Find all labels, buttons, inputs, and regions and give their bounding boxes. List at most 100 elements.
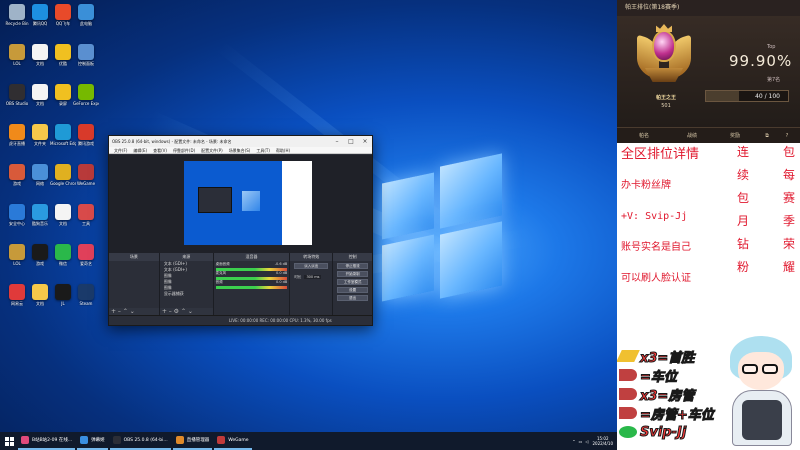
taskbar-app-label: WeGame	[228, 437, 249, 443]
anime-avatar-illustration	[724, 330, 798, 448]
vertical-char: 连	[736, 145, 749, 159]
app-icon	[32, 44, 48, 60]
app-icon	[55, 124, 71, 140]
tray-chevron-icon[interactable]: ⌃	[572, 439, 575, 444]
stop-streaming-button[interactable]: 停止推流	[337, 263, 368, 269]
menu-help[interactable]: 帮助(H)	[273, 147, 293, 153]
menu-view[interactable]: 查看(V)	[150, 147, 170, 153]
clock[interactable]: 15:02 2022/4/10	[592, 436, 613, 446]
app-icon	[78, 84, 94, 100]
app-icon	[32, 84, 48, 100]
top-place: 第7名	[767, 77, 781, 83]
desktop-icon[interactable]: WeGame	[73, 164, 99, 186]
mixer-channel[interactable]: 音频 0.0 dB	[214, 279, 290, 289]
share-icon[interactable]: ⧉	[757, 128, 777, 143]
tab-record[interactable]: 战绩	[671, 128, 713, 143]
rank-progress-label: 40 / 100	[755, 93, 780, 100]
mixer-dock-header: 混音器	[213, 253, 290, 261]
clock-date: 2022/4/10	[592, 441, 613, 446]
desktop-icon-label: 控制面板	[78, 61, 94, 66]
gift-legend-text: =房管+车位	[640, 407, 715, 423]
desktop-icon[interactable]: 腾讯游戏	[73, 124, 99, 146]
mixer-channel[interactable]: 麦克风 0.0 dB	[214, 270, 290, 280]
menu-file[interactable]: 文件(F)	[111, 147, 130, 153]
app-icon	[55, 244, 71, 260]
menu-scene-collection[interactable]: 场景集合(S)	[226, 147, 254, 153]
desktop-icon-label: 工具	[82, 221, 90, 226]
taskbar-app[interactable]: OBS 25.0.8 (64-bi...	[109, 432, 171, 450]
taskbar-app[interactable]: 直播管理器	[172, 432, 213, 450]
sources-toolbar[interactable]: + – ⚙ ⌃ ⌄	[159, 308, 213, 315]
menu-docks[interactable]: 停靠部件(D)	[170, 147, 198, 153]
wegame-icon	[217, 436, 226, 444]
obs-title-bar[interactable]: OBS 25.0.8 (64-bit, windows) - 配置文件: 未命名…	[109, 136, 372, 147]
source-item[interactable]: 显示器捕获	[160, 291, 213, 297]
vertical-char: 粉	[736, 260, 749, 274]
close-button[interactable]: ×	[358, 136, 372, 147]
desktop-icon-label: 爱奇艺	[80, 261, 92, 266]
start-button[interactable]	[0, 432, 18, 450]
tab-reward[interactable]: 奖励	[713, 128, 757, 143]
desktop-icon[interactable]: 工具	[73, 204, 99, 226]
transition-select[interactable]: 淡入淡出	[294, 263, 329, 269]
app-icon	[55, 164, 71, 180]
settings-button[interactable]: 设置	[337, 287, 368, 293]
rank-stars: 501	[661, 103, 671, 109]
taskbar-app-label: OBS 25.0.8 (64-bi...	[123, 437, 168, 443]
app-icon	[55, 84, 71, 100]
promo-line: 办卡粉丝牌	[621, 180, 671, 191]
menu-edit[interactable]: 编辑(E)	[130, 147, 150, 153]
promo-line: 账号实名是自己	[621, 242, 691, 253]
live-manager-icon	[175, 436, 184, 444]
desktop-icon[interactable]: GeForce Experience	[73, 84, 99, 106]
app-icon	[78, 164, 94, 180]
mixer-channel[interactable]: 桌面音频 -0.6 dB	[214, 261, 290, 271]
taskbar-app-label: 弹幕姬	[91, 438, 105, 443]
duration-input[interactable]: 300 ms	[304, 275, 322, 279]
desktop: Recycle Bin 腾讯QQ QQ飞车 此电脑 LOL 文档 优酷 控制面板 OBS Stu…	[0, 0, 617, 432]
wechat-icon	[619, 426, 637, 438]
obs-preview[interactable]	[109, 155, 372, 253]
scenes-toolbar[interactable]: + – ⌃ ⌄	[109, 308, 159, 315]
gift-legend-row: x3=房管	[619, 385, 695, 404]
app-icon	[9, 204, 25, 220]
vertical-char: 赛	[782, 191, 795, 205]
preview-screen-capture	[184, 161, 312, 245]
mixer-channel-name: 音频	[215, 280, 223, 284]
promo-text-block: 全区排位详情 办卡粉丝牌 +V: Svip-Jj 账号实名是自己 可以刷人脸认证	[617, 143, 725, 303]
app-icon	[78, 124, 94, 140]
taskbar-app[interactable]: 弹幕姬	[77, 432, 108, 450]
tab-rank[interactable]: 帕名	[617, 128, 671, 143]
taskbar-app-label: B站B站2-09 在线...	[32, 438, 73, 443]
desktop-icon-label: Steam	[79, 301, 93, 306]
taskbar-app[interactable]: B站B站2-09 在线...	[18, 432, 76, 450]
desktop-icon[interactable]: 此电脑	[73, 4, 99, 26]
minimize-button[interactable]: –	[330, 136, 344, 147]
volume-icon[interactable]: ◁	[585, 439, 588, 444]
studio-mode-button[interactable]: 工作室模式	[337, 279, 368, 285]
maximize-button[interactable]: □	[344, 136, 358, 147]
scenes-dock: 场景 + – ⌃ ⌄	[109, 253, 159, 315]
app-icon	[32, 124, 48, 140]
desktop-icon[interactable]: Steam	[73, 284, 99, 306]
mixer-channel-name: 桌面音频	[215, 262, 230, 266]
menu-tools[interactable]: 工具(T)	[253, 147, 273, 153]
controls-dock-header: 控制	[333, 253, 372, 261]
taskbar-app[interactable]: WeGame	[214, 432, 252, 450]
network-icon[interactable]: ▭	[579, 439, 583, 444]
app-icon	[55, 204, 71, 220]
app-icon	[9, 284, 25, 300]
mixer-channel-db: 0.0 dB	[276, 271, 288, 275]
menu-profile[interactable]: 配置文件(P)	[198, 147, 226, 153]
danmaku-icon	[80, 436, 89, 444]
vertical-char: 月	[736, 214, 749, 228]
desktop-icon[interactable]: 爱奇艺	[73, 244, 99, 266]
start-recording-button[interactable]: 开始录制	[337, 271, 368, 277]
obs-docks: 场景 + – ⌃ ⌄ 来源 文本 (GDI+) 文本 (GDI+) 图像 图像 …	[109, 253, 372, 315]
gift-legend-row: Svip-Jj	[619, 423, 687, 441]
obs-window[interactable]: OBS 25.0.8 (64-bit, windows) - 配置文件: 未命名…	[108, 135, 373, 326]
mixer-channel-name: 麦克风	[215, 271, 227, 275]
desktop-icon[interactable]: 控制面板	[73, 44, 99, 66]
scenes-dock-header: 场景	[109, 253, 159, 261]
exit-button[interactable]: 退出	[337, 295, 368, 301]
